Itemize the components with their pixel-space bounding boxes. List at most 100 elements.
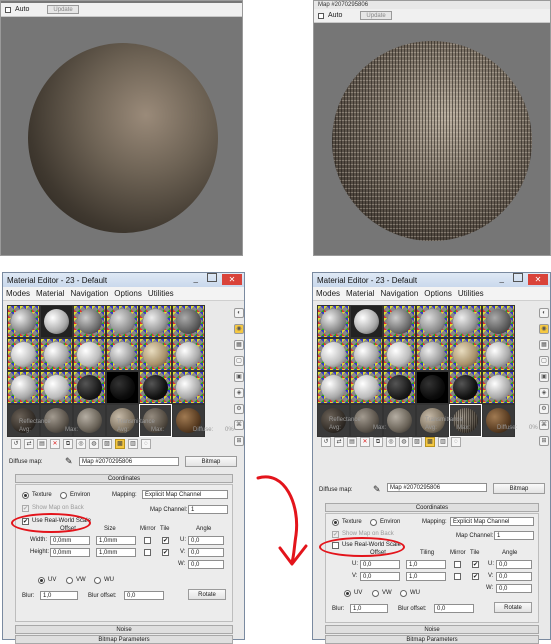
material-slot[interactable] <box>450 339 481 370</box>
show-map-on-back-checkbox[interactable]: ✔ <box>332 531 339 538</box>
material-slot[interactable] <box>483 372 514 403</box>
material-navigator-icon[interactable]: ⊞ <box>234 436 244 446</box>
material-slot[interactable] <box>384 372 415 403</box>
material-slot[interactable] <box>140 339 171 370</box>
material-slot[interactable] <box>450 372 481 403</box>
wu-radio[interactable] <box>94 577 101 584</box>
show-shaded-icon[interactable]: ▨ <box>102 439 112 449</box>
material-slot[interactable] <box>107 306 138 337</box>
offset-v-field[interactable]: 0,0 <box>360 572 400 581</box>
angle-v-field[interactable]: 0,0 <box>496 572 532 581</box>
get-material-icon[interactable]: ↺ <box>321 437 331 447</box>
material-slot[interactable] <box>417 339 448 370</box>
make-preview-icon[interactable]: ◈ <box>539 388 549 398</box>
rotate-button[interactable]: Rotate <box>494 602 532 613</box>
close-icon[interactable]: ✕ <box>222 274 242 285</box>
material-slot[interactable] <box>384 339 415 370</box>
assign-material-icon[interactable]: ▤ <box>347 437 357 447</box>
menu-navigation[interactable]: Navigation <box>380 289 418 298</box>
minimize-icon[interactable]: _ <box>500 274 504 283</box>
material-slot[interactable] <box>173 339 204 370</box>
update-button[interactable]: Update <box>360 11 392 20</box>
mirror-u-checkbox[interactable] <box>144 537 151 544</box>
tile-u-checkbox[interactable]: ✔ <box>162 537 169 544</box>
uv-radio[interactable] <box>344 590 351 597</box>
mapping-dropdown[interactable]: Explicit Map Channel <box>142 490 228 499</box>
material-navigator-icon[interactable]: ⊞ <box>539 436 549 446</box>
video-color-check-icon[interactable]: ▣ <box>234 372 244 382</box>
bitmap-button[interactable]: Bitmap <box>185 456 237 467</box>
material-slot[interactable] <box>8 306 39 337</box>
show-end-result-icon[interactable]: ▩ <box>115 439 125 449</box>
show-end-result-icon[interactable]: ▩ <box>425 437 435 447</box>
make-unique-icon[interactable]: ⧉ <box>63 439 73 449</box>
menu-modes[interactable]: Modes <box>316 289 340 298</box>
menu-material[interactable]: Material <box>346 289 374 298</box>
texture-radio[interactable] <box>332 519 339 526</box>
texture-radio[interactable] <box>22 492 29 499</box>
mirror-v-checkbox[interactable] <box>144 549 151 556</box>
material-slot[interactable] <box>483 405 514 436</box>
map-channel-field[interactable]: 1 <box>494 531 534 540</box>
material-slot[interactable] <box>74 405 105 436</box>
menu-options[interactable]: Options <box>114 289 142 298</box>
coordinates-rollout-header[interactable]: Coordinates <box>15 474 233 483</box>
material-slot[interactable] <box>318 306 349 337</box>
menu-utilities[interactable]: Utilities <box>458 289 484 298</box>
rotate-button[interactable]: Rotate <box>188 589 226 600</box>
vw-radio[interactable] <box>372 590 379 597</box>
select-by-material-icon[interactable]: ⌘ <box>539 420 549 430</box>
tiling-v-field[interactable]: 1,0 <box>406 572 446 581</box>
environ-radio[interactable] <box>370 519 377 526</box>
material-id-icon[interactable]: ◍ <box>89 439 99 449</box>
options-icon[interactable]: ⚙ <box>539 404 549 414</box>
go-to-parent-icon[interactable]: ▥ <box>128 439 138 449</box>
material-slot[interactable] <box>74 306 105 337</box>
material-slot[interactable] <box>384 306 415 337</box>
tile-u-checkbox[interactable]: ✔ <box>472 561 479 568</box>
material-slot[interactable] <box>8 339 39 370</box>
menu-utilities[interactable]: Utilities <box>148 289 174 298</box>
uv-radio[interactable] <box>38 577 45 584</box>
material-slot[interactable] <box>173 306 204 337</box>
tiling-u-field[interactable]: 1,0 <box>406 560 446 569</box>
material-slot[interactable] <box>173 372 204 403</box>
material-slot[interactable] <box>41 306 72 337</box>
material-slot[interactable] <box>41 372 72 403</box>
angle-v-field[interactable]: 0,0 <box>188 548 224 557</box>
menu-options[interactable]: Options <box>424 289 452 298</box>
show-shaded-icon[interactable]: ▨ <box>412 437 422 447</box>
maximize-icon[interactable] <box>207 273 217 282</box>
put-to-library-icon[interactable]: ◎ <box>76 439 86 449</box>
material-slot[interactable] <box>8 372 39 403</box>
update-button[interactable]: Update <box>47 5 79 14</box>
reset-map-icon[interactable]: ✕ <box>50 439 60 449</box>
blur-offset-field[interactable]: 0,0 <box>124 591 164 600</box>
menu-modes[interactable]: Modes <box>6 289 30 298</box>
material-slot[interactable] <box>351 306 382 337</box>
offset-v-field[interactable]: 0,0mm <box>50 548 90 557</box>
make-unique-icon[interactable]: ⧉ <box>373 437 383 447</box>
material-slot[interactable] <box>384 405 415 436</box>
material-slot[interactable] <box>140 372 171 403</box>
material-slot[interactable] <box>483 339 514 370</box>
map-name-field[interactable]: Map #2070295806 <box>79 457 179 466</box>
tile-v-checkbox[interactable]: ✔ <box>472 573 479 580</box>
vw-radio[interactable] <box>66 577 73 584</box>
bitmap-button[interactable]: Bitmap <box>493 483 545 494</box>
background-icon[interactable]: ▦ <box>539 340 549 350</box>
select-by-material-icon[interactable]: ⌘ <box>234 420 244 430</box>
material-slot[interactable] <box>107 372 138 403</box>
go-to-parent-icon[interactable]: ▥ <box>438 437 448 447</box>
go-forward-icon[interactable]: ◌ <box>451 437 461 447</box>
material-slot[interactable] <box>351 372 382 403</box>
material-slot[interactable] <box>417 306 448 337</box>
size-v-field[interactable]: 1,0mm <box>96 548 136 557</box>
environ-radio[interactable] <box>60 492 67 499</box>
minimize-icon[interactable]: _ <box>194 274 198 283</box>
material-slot[interactable] <box>41 339 72 370</box>
angle-u-field[interactable]: 0,0 <box>188 536 224 545</box>
material-slot[interactable] <box>417 372 448 403</box>
material-slot[interactable] <box>351 339 382 370</box>
auto-checkbox[interactable] <box>318 12 324 19</box>
